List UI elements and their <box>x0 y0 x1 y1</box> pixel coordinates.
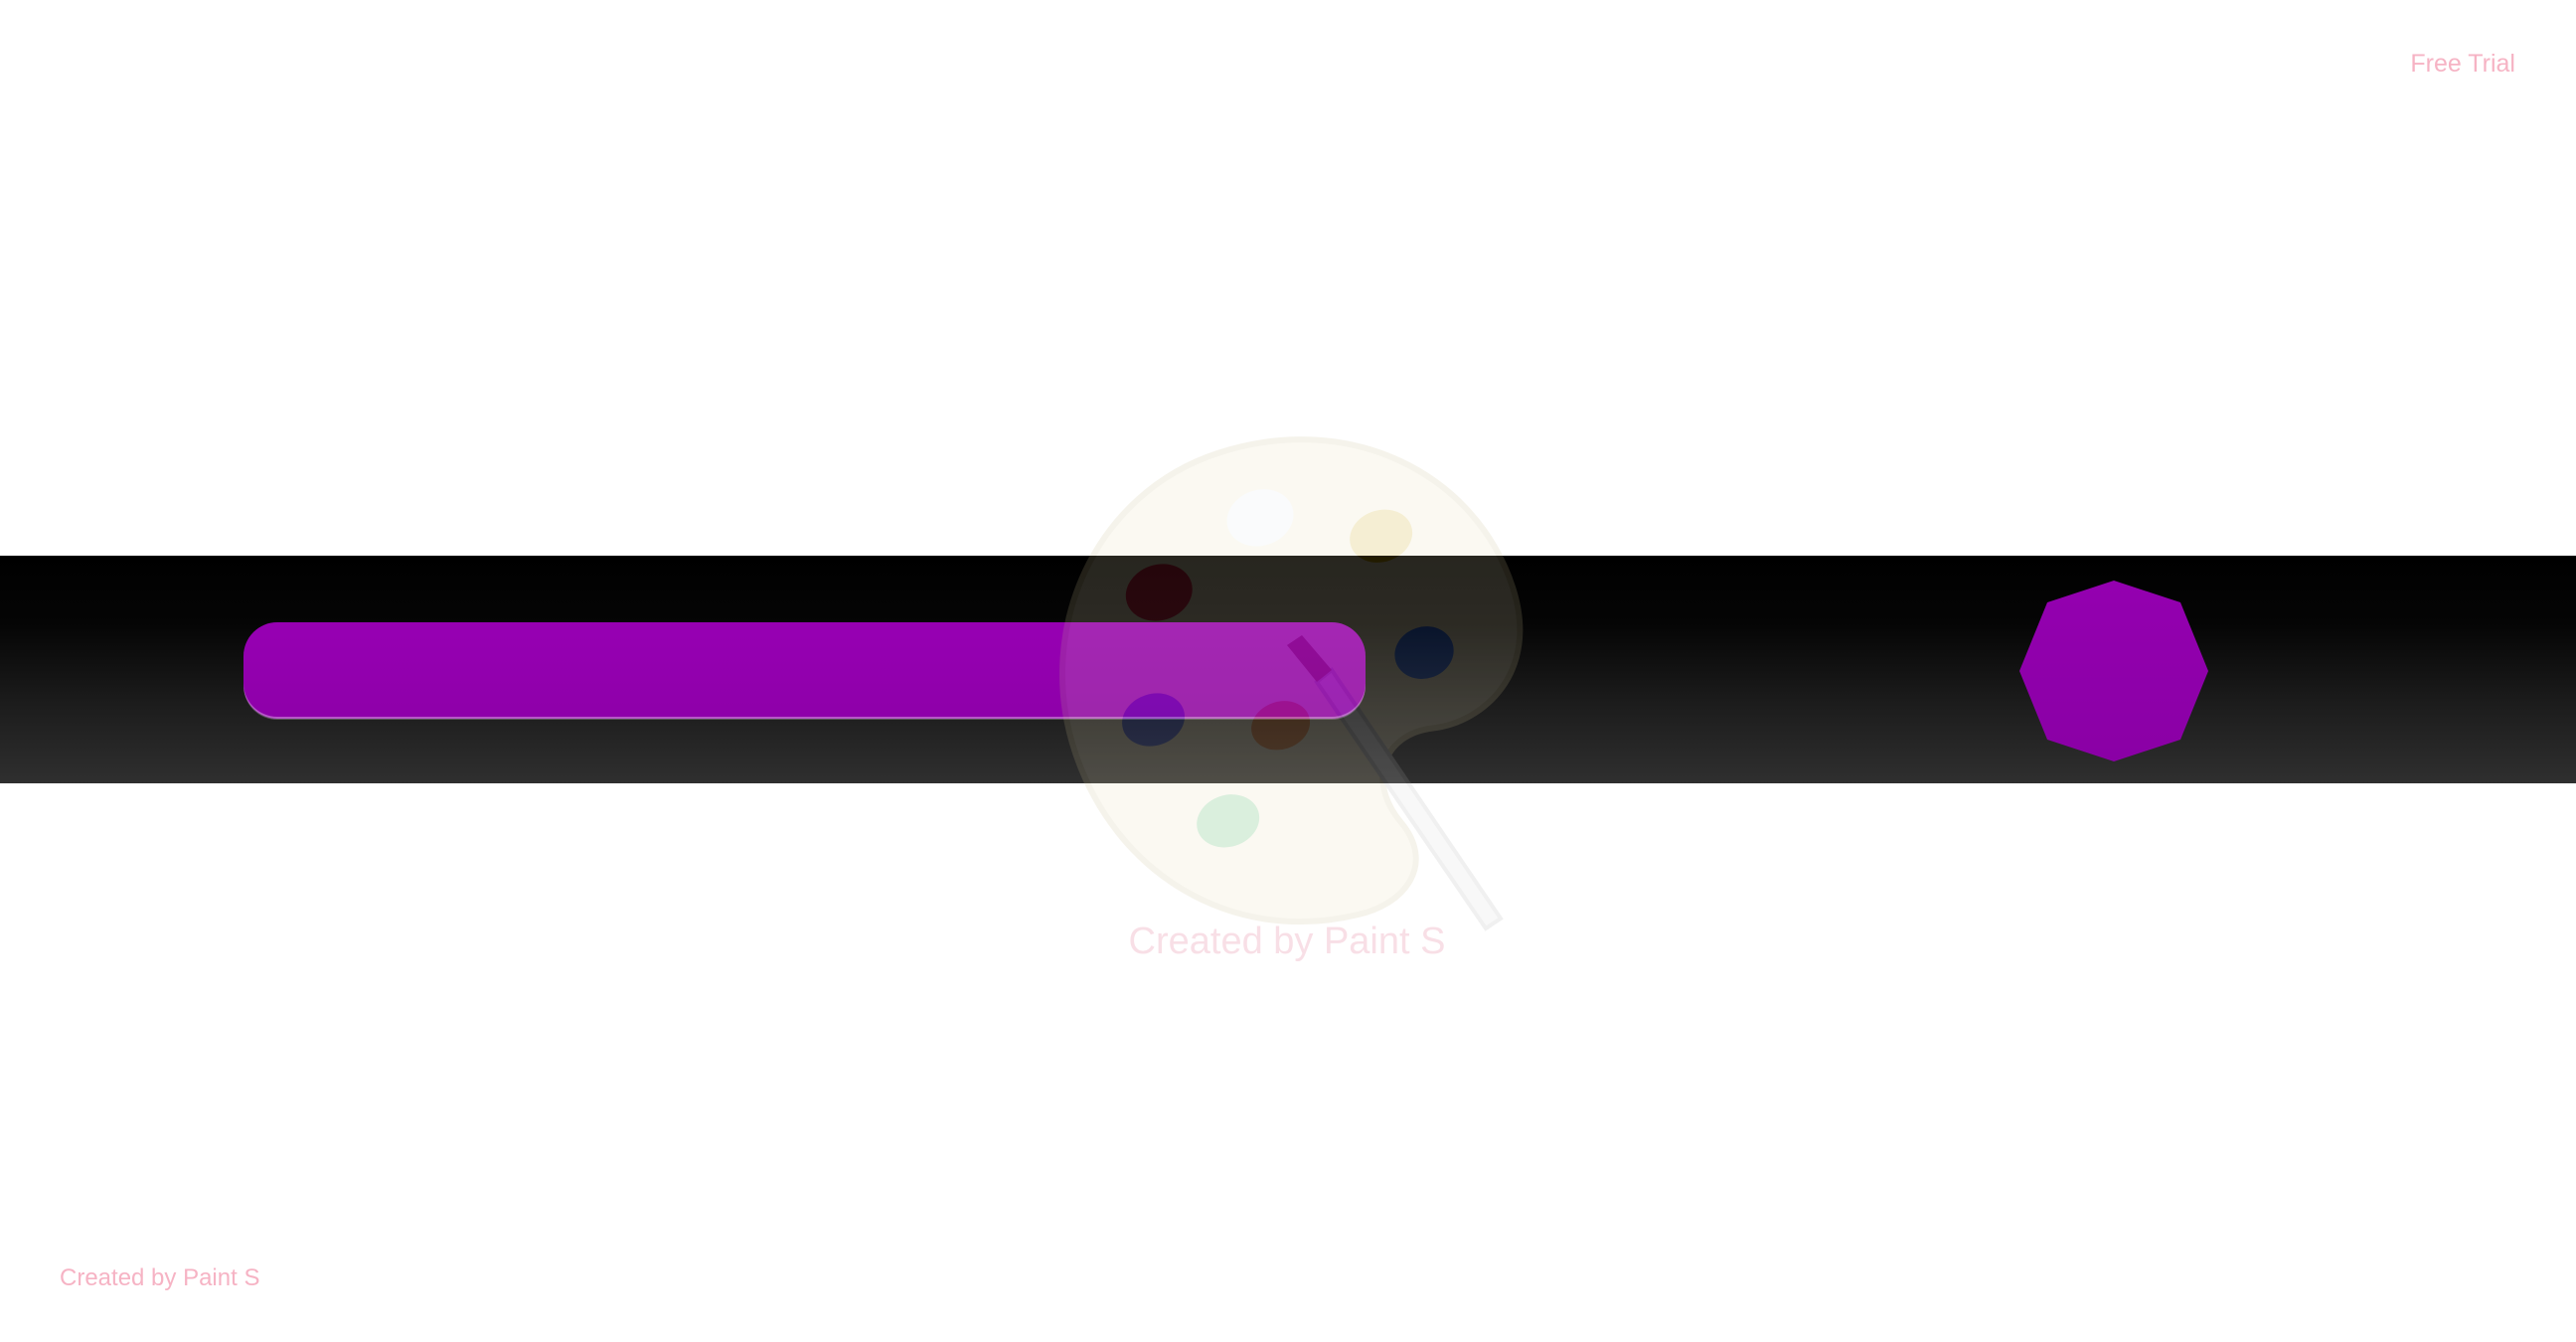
free-trial-link[interactable]: Free Trial <box>2410 50 2515 79</box>
purple-rounded-bar <box>243 622 1366 719</box>
canvas: Free Trial Created by Paint S Created by… <box>0 0 2576 1342</box>
watermark-text: Created by Paint S <box>1128 921 1446 962</box>
footer-credit: Created by Paint S <box>60 1264 260 1291</box>
purple-octagon <box>2019 581 2208 761</box>
